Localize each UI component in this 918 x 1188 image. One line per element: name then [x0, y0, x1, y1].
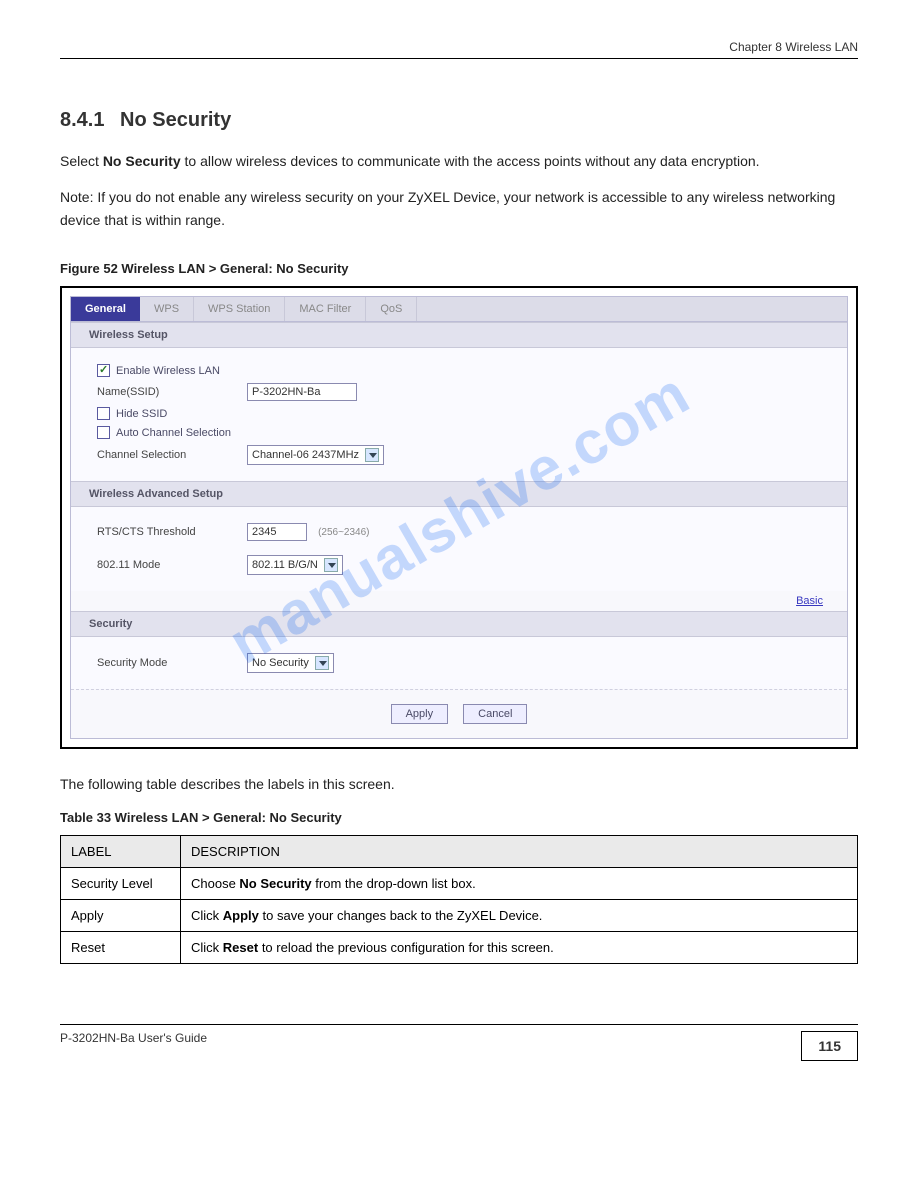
table-row: Security Level Choose No Security from t… [61, 867, 858, 899]
auto-channel-label: Auto Channel Selection [116, 427, 231, 439]
security-mode-label: Security Mode [97, 657, 247, 669]
th-desc: DESCRIPTION [181, 835, 858, 867]
paragraph-1: Select No Security to allow wireless dev… [60, 150, 858, 172]
apply-button[interactable]: Apply [391, 704, 449, 724]
tab-qos[interactable]: QoS [366, 297, 417, 321]
enable-wlan-label: Enable Wireless LAN [116, 365, 220, 377]
tab-mac-filter[interactable]: MAC Filter [285, 297, 366, 321]
wireless-advanced-header: Wireless Advanced Setup [71, 481, 847, 507]
security-mode-select[interactable]: No Security [247, 653, 334, 673]
description-table: LABEL DESCRIPTION Security Level Choose … [60, 835, 858, 964]
rts-hint: (256~2346) [318, 527, 369, 538]
tab-bar: General WPS WPS Station MAC Filter QoS [71, 297, 847, 322]
security-header: Security [71, 611, 847, 637]
table-caption: Table 33 Wireless LAN > General: No Secu… [60, 810, 858, 825]
table-row: Reset Click Reset to reload the previous… [61, 931, 858, 963]
section-heading: 8.4.1 No Security [60, 109, 858, 132]
tab-general[interactable]: General [71, 297, 140, 321]
paragraph-2: Note: If you do not enable any wireless … [60, 186, 858, 231]
auto-channel-checkbox[interactable] [97, 426, 110, 439]
page-footer: P-3202HN-Ba User's Guide 115 [60, 1031, 858, 1061]
enable-wlan-checkbox[interactable] [97, 364, 110, 377]
th-label: LABEL [61, 835, 181, 867]
wireless-setup-header: Wireless Setup [71, 322, 847, 348]
mode-select[interactable]: 802.11 B/G/N [247, 555, 343, 575]
basic-link[interactable]: Basic [796, 595, 823, 607]
section-title: No Security [120, 109, 231, 131]
hide-ssid-label: Hide SSID [116, 408, 167, 420]
tab-wps-station[interactable]: WPS Station [194, 297, 285, 321]
mode-label: 802.11 Mode [97, 559, 247, 571]
top-rule [60, 58, 858, 59]
chevron-down-icon [315, 656, 329, 670]
section-number: 8.4.1 [60, 109, 104, 131]
table-row: Apply Click Apply to save your changes b… [61, 899, 858, 931]
ssid-input[interactable] [247, 383, 357, 401]
channel-label: Channel Selection [97, 449, 247, 461]
running-header: Chapter 8 Wireless LAN [60, 40, 858, 54]
page-number: 115 [801, 1031, 858, 1061]
table-intro: The following table describes the labels… [60, 773, 858, 795]
chevron-down-icon [365, 448, 379, 462]
chevron-down-icon [324, 558, 338, 572]
rts-label: RTS/CTS Threshold [97, 526, 247, 538]
screenshot-panel: manualshive.com General WPS WPS Station … [60, 286, 858, 749]
hide-ssid-checkbox[interactable] [97, 407, 110, 420]
ssid-label: Name(SSID) [97, 386, 247, 398]
channel-select[interactable]: Channel-06 2437MHz [247, 445, 384, 465]
footer-text: P-3202HN-Ba User's Guide [60, 1031, 207, 1045]
figure-caption: Figure 52 Wireless LAN > General: No Sec… [60, 261, 858, 276]
tab-wps[interactable]: WPS [140, 297, 194, 321]
cancel-button[interactable]: Cancel [463, 704, 527, 724]
rts-input[interactable] [247, 523, 307, 541]
bottom-rule [60, 1024, 858, 1025]
